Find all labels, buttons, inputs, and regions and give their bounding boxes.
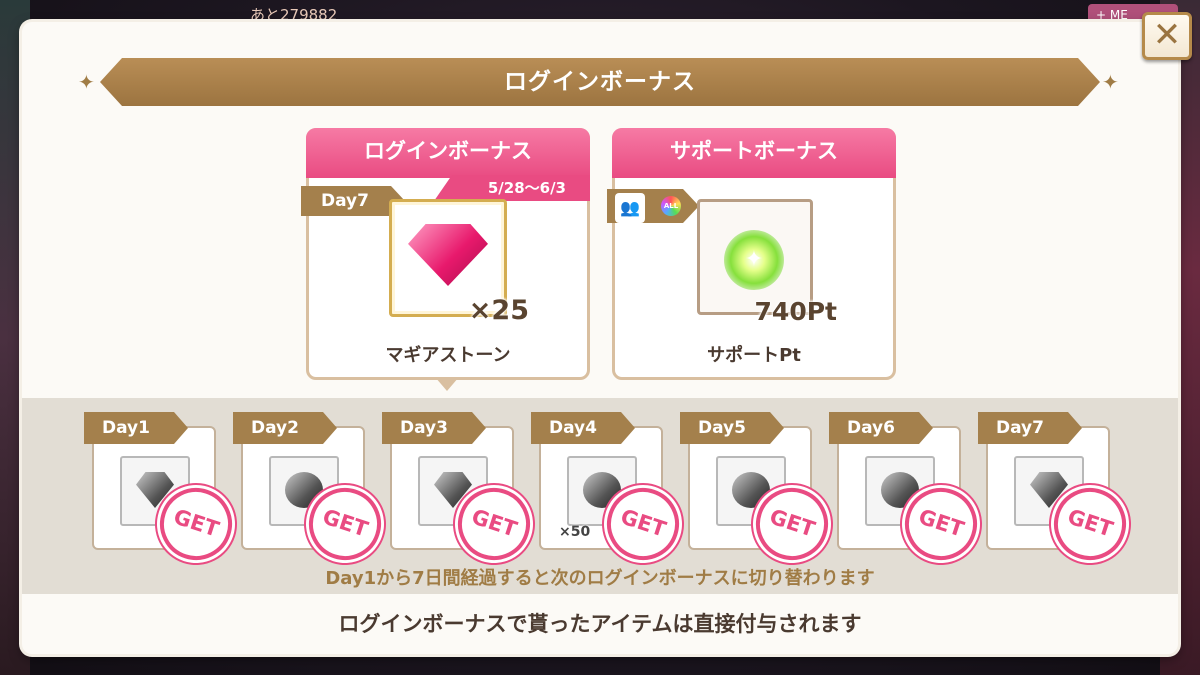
rotation-note: Day1から7日間経過すると次のログインボーナスに切り替わります bbox=[325, 568, 875, 589]
day-label: Day7 bbox=[978, 412, 1082, 444]
reward-quantity: ×25 bbox=[468, 295, 529, 326]
day-label: Day6 bbox=[829, 412, 933, 444]
day-card-1[interactable]: Day1 GET bbox=[92, 412, 242, 570]
pink-gem-icon bbox=[408, 224, 488, 286]
support-bonus-card: サポートボーナス 👥 ALL ✦ 740Pt サポートPt bbox=[612, 128, 896, 380]
close-button[interactable]: ✕ bbox=[1142, 12, 1192, 60]
day-label: Day3 bbox=[382, 412, 486, 444]
support-people-icon: 👥 bbox=[615, 193, 645, 223]
day-card-2[interactable]: Day2 GET bbox=[241, 412, 391, 570]
day-strip: Day1 GET Day2 GET Day3 GET Day4 ×50 GET … bbox=[22, 398, 1178, 594]
day-label: Day4 bbox=[531, 412, 635, 444]
day-label: Day1 bbox=[84, 412, 188, 444]
day-card-6[interactable]: Day6 GET bbox=[837, 412, 987, 570]
login-bonus-card-header: ログインボーナス bbox=[306, 128, 590, 178]
support-quantity: 740Pt bbox=[754, 297, 837, 326]
day-label: Day2 bbox=[233, 412, 337, 444]
support-bonus-card-header: サポートボーナス bbox=[612, 128, 896, 178]
day-item-quantity: ×50 bbox=[559, 524, 591, 540]
day-card-7[interactable]: Day7 GET bbox=[986, 412, 1136, 570]
day-card-5[interactable]: Day5 GET bbox=[688, 412, 838, 570]
reward-item-name: マギアストーン bbox=[385, 345, 511, 366]
title-banner: ✦ ✦ ログインボーナス bbox=[78, 58, 1122, 106]
date-range-tag: 5/28〜6/3 bbox=[434, 175, 590, 201]
login-bonus-modal: ✦ ✦ ログインボーナス ログインボーナス 5/28〜6/3 Day7 ×25 … bbox=[22, 22, 1178, 654]
login-bonus-card: ログインボーナス 5/28〜6/3 Day7 ×25 マギアストーン bbox=[306, 128, 590, 391]
support-item-name: サポートPt bbox=[707, 345, 801, 366]
modal-title: ログインボーナス bbox=[504, 69, 696, 95]
footer-note: ログインボーナスで貰ったアイテムは直接付与されます bbox=[338, 612, 862, 636]
day-label: Day5 bbox=[680, 412, 784, 444]
card-pointer bbox=[435, 377, 459, 391]
green-orb-icon: ✦ bbox=[724, 230, 784, 290]
day-card-4[interactable]: Day4 ×50 GET bbox=[539, 412, 689, 570]
all-attribute-icon: ALL bbox=[661, 196, 681, 216]
support-tag: 👥 ALL bbox=[607, 189, 699, 223]
day-card-3[interactable]: Day3 GET bbox=[390, 412, 540, 570]
